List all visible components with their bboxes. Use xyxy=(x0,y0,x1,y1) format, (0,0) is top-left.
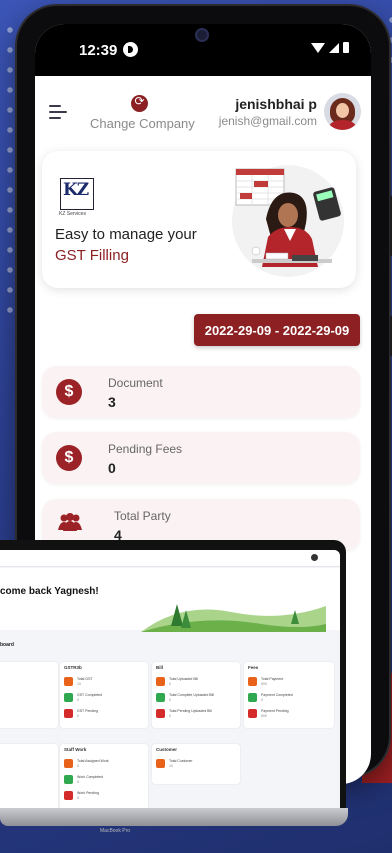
laptop-panel-left-2 xyxy=(0,744,58,808)
status-bar: 12:39 xyxy=(35,24,371,76)
laptop-panel-bill: Bill Total Uploaded Bill 0 Total Complete… xyxy=(152,662,240,728)
front-camera xyxy=(197,30,207,40)
landscape-illustration xyxy=(141,604,326,632)
promo-banner: KZ KZ Services Easy to manage your GST F… xyxy=(42,151,356,288)
laptop-panel-left xyxy=(0,662,58,728)
menu-icon[interactable] xyxy=(49,105,67,119)
dollar-icon: $ xyxy=(56,379,82,405)
battery-icon xyxy=(343,42,349,53)
status-indicators xyxy=(311,42,349,53)
laptop-welcome-banner xyxy=(0,568,340,632)
people-icon xyxy=(56,512,82,538)
laptop-panel-fees: Fees Total Payment 500 Payment Completed 0… xyxy=(244,662,334,728)
app-header: Change Company jenishbhai p jenish@gmail… xyxy=(35,76,371,146)
laptop-topbar xyxy=(0,550,340,567)
wifi-icon xyxy=(311,42,325,53)
status-time: 12:39 xyxy=(79,42,118,59)
user-email: jenish@gmail.com xyxy=(218,114,317,128)
laptop-panel-customer: Customer Total Customer 10 xyxy=(152,744,240,784)
company-logo-subtext: KZ Services xyxy=(59,211,86,217)
banner-tagline-line2: GST Filling xyxy=(55,247,129,264)
laptop-avatar xyxy=(311,554,318,561)
signal-icon xyxy=(329,42,339,53)
avatar[interactable] xyxy=(324,93,361,130)
stat-label: Document xyxy=(108,376,163,390)
laptop-dashboard-label: board xyxy=(0,642,14,648)
laptop-screen: come back Yagnesh! board GSTR3b Total GS… xyxy=(0,550,340,808)
stat-value: 0 xyxy=(108,460,116,476)
laptop-panel-staff-work: Staff Work Total Assigned Work 0 Work Com… xyxy=(60,744,148,808)
change-company-icon[interactable] xyxy=(131,94,148,112)
laptop-mockup: come back Yagnesh! board GSTR3b Total GS… xyxy=(0,540,348,834)
change-company-label[interactable]: Change Company xyxy=(90,116,195,131)
laptop-welcome-title: come back Yagnesh! xyxy=(0,586,99,597)
date-range-button[interactable]: 2022-29-09 - 2022-29-09 xyxy=(194,314,360,346)
stat-card-document[interactable]: $ Document 3 xyxy=(42,366,360,418)
laptop-model-label: MacBook Pro xyxy=(100,828,131,834)
app-notification-icon xyxy=(123,42,138,57)
laptop-lid: come back Yagnesh! board GSTR3b Total GS… xyxy=(0,540,346,812)
laptop-panel-gstr3b: GSTR3b Total GST 10 GST Completed 0 GST Pe… xyxy=(60,662,148,728)
accountant-illustration xyxy=(232,165,344,277)
banner-tagline-line1: Easy to manage your xyxy=(55,226,197,243)
dollar-icon: $ xyxy=(56,445,82,471)
laptop-base: MacBook Pro xyxy=(0,808,348,834)
stat-card-pending-fees[interactable]: $ Pending Fees 0 xyxy=(42,432,360,484)
company-logo: KZ xyxy=(60,178,94,210)
stat-label: Total Party xyxy=(114,509,171,523)
stat-value: 3 xyxy=(108,394,116,410)
stat-label: Pending Fees xyxy=(108,442,183,456)
user-name: jenishbhai p xyxy=(235,96,317,112)
